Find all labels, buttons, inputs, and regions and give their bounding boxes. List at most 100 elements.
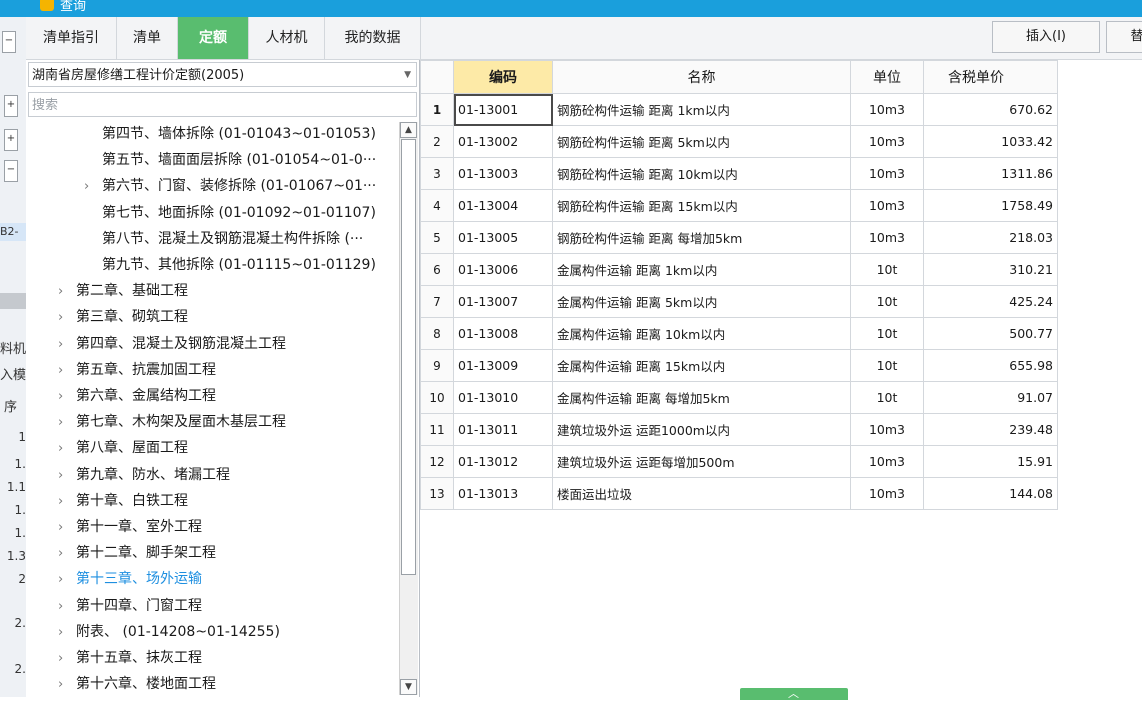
table-row[interactable]: 11 01-13011 建筑垃圾外运 运距1000m以内 10m3 239.48: [420, 413, 1058, 446]
column-header-name[interactable]: 名称: [552, 60, 851, 94]
name-cell[interactable]: 钢筋砼构件运输 距离 每增加5km: [552, 221, 851, 254]
tree-node[interactable]: › 附表、 (01-14208~01-14255): [58, 620, 280, 644]
row-number-cell[interactable]: 10: [420, 381, 454, 414]
table-row[interactable]: 12 01-13012 建筑垃圾外运 运距每增加500m 10m3 15.91: [420, 445, 1058, 478]
name-cell[interactable]: 钢筋砼构件运输 距离 10km以内: [552, 157, 851, 190]
code-cell[interactable]: 01-13008: [453, 317, 553, 350]
name-cell[interactable]: 钢筋砼构件运输 距离 5km以内: [552, 125, 851, 158]
price-cell[interactable]: 239.48: [923, 413, 1058, 446]
row-number-cell[interactable]: 8: [420, 317, 454, 350]
row-number-cell[interactable]: 6: [420, 253, 454, 286]
scroll-up-icon[interactable]: ▲: [400, 122, 417, 138]
unit-cell[interactable]: 10m3: [850, 221, 924, 254]
tree-node[interactable]: › 第四章、混凝土及钢筋混凝土工程: [58, 332, 286, 356]
tree-scrollbar[interactable]: ▲ ▼: [399, 122, 418, 695]
tab-list-guide[interactable]: 清单指引: [26, 17, 117, 59]
tree-node[interactable]: › 第二章、基础工程: [58, 279, 188, 303]
chevron-right-icon[interactable]: ›: [58, 673, 76, 697]
code-cell[interactable]: 01-13001: [453, 93, 553, 126]
table-row[interactable]: 8 01-13008 金属构件运输 距离 10km以内 10t 500.77: [420, 317, 1058, 350]
scroll-down-icon[interactable]: ▼: [400, 679, 417, 695]
row-number-cell[interactable]: 7: [420, 285, 454, 318]
tree-node[interactable]: › 第十二章、脚手架工程: [58, 541, 216, 565]
table-row[interactable]: 1 01-13001 钢筋砼构件运输 距离 1km以内 10m3 670.62: [420, 93, 1058, 126]
price-cell[interactable]: 670.62: [923, 93, 1058, 126]
row-number-cell[interactable]: 3: [420, 157, 454, 190]
tree-node[interactable]: › 第十章、白铁工程: [58, 489, 188, 513]
price-cell[interactable]: 1033.42: [923, 125, 1058, 158]
unit-cell[interactable]: 10m3: [850, 125, 924, 158]
price-cell[interactable]: 1311.86: [923, 157, 1058, 190]
code-cell[interactable]: 01-13006: [453, 253, 553, 286]
row-number-cell[interactable]: 2: [420, 125, 454, 158]
unit-cell[interactable]: 10m3: [850, 157, 924, 190]
name-cell[interactable]: 金属构件运输 距离 5km以内: [552, 285, 851, 318]
unit-cell[interactable]: 10t: [850, 253, 924, 286]
price-cell[interactable]: 655.98: [923, 349, 1058, 382]
tree-node[interactable]: › 第六节、门窗、装修拆除 (01-01067~01···: [84, 174, 376, 198]
code-cell[interactable]: 01-13003: [453, 157, 553, 190]
chevron-right-icon[interactable]: ›: [58, 568, 76, 592]
code-cell[interactable]: 01-13010: [453, 381, 553, 414]
row-number-cell[interactable]: 12: [420, 445, 454, 478]
replace-button[interactable]: 替: [1106, 21, 1142, 53]
chevron-right-icon[interactable]: ›: [58, 595, 76, 619]
name-cell[interactable]: 金属构件运输 距离 10km以内: [552, 317, 851, 350]
unit-cell[interactable]: 10t: [850, 317, 924, 350]
code-cell[interactable]: 01-13005: [453, 221, 553, 254]
price-cell[interactable]: 91.07: [923, 381, 1058, 414]
tree-node[interactable]: › 第十六章、楼地面工程: [58, 672, 216, 696]
row-number-cell[interactable]: 5: [420, 221, 454, 254]
name-cell[interactable]: 钢筋砼构件运输 距离 15km以内: [552, 189, 851, 222]
tree-node[interactable]: › 第五章、抗震加固工程: [58, 358, 216, 382]
price-cell[interactable]: 310.21: [923, 253, 1058, 286]
tab-my-data[interactable]: 我的数据: [325, 17, 421, 59]
table-row[interactable]: 7 01-13007 金属构件运输 距离 5km以内 10t 425.24: [420, 285, 1058, 318]
tree-node[interactable]: 第四节、墙体拆除 (01-01043~01-01053): [84, 122, 376, 146]
chevron-right-icon[interactable]: ›: [58, 333, 76, 357]
unit-cell[interactable]: 10m3: [850, 413, 924, 446]
tree-node[interactable]: › 第三章、砌筑工程: [58, 305, 188, 329]
chevron-right-icon[interactable]: ›: [58, 306, 76, 330]
price-cell[interactable]: 425.24: [923, 285, 1058, 318]
tab-list[interactable]: 清单: [117, 17, 178, 59]
name-cell[interactable]: 金属构件运输 距离 1km以内: [552, 253, 851, 286]
table-row[interactable]: 10 01-13010 金属构件运输 距离 每增加5km 10t 91.07: [420, 381, 1058, 414]
row-number-cell[interactable]: 9: [420, 349, 454, 382]
library-select[interactable]: 湖南省房屋修缮工程计价定额(2005) ▼: [28, 62, 417, 87]
tree-node[interactable]: › 第十五章、抹灰工程: [58, 646, 202, 670]
table-row[interactable]: 13 01-13013 楼面运出垃圾 10m3 144.08: [420, 477, 1058, 510]
tree-node[interactable]: 第八节、混凝土及钢筋混凝土构件拆除 (···: [84, 227, 363, 251]
unit-cell[interactable]: 10t: [850, 285, 924, 318]
tree-node[interactable]: › 第十一章、室外工程: [58, 515, 202, 539]
table-row[interactable]: 6 01-13006 金属构件运输 距离 1km以内 10t 310.21: [420, 253, 1058, 286]
tree-node[interactable]: › 第七章、木构架及屋面木基层工程: [58, 410, 286, 434]
chevron-right-icon[interactable]: ›: [58, 516, 76, 540]
unit-cell[interactable]: 10m3: [850, 189, 924, 222]
column-header-code[interactable]: 编码: [453, 60, 553, 94]
chevron-right-icon[interactable]: ›: [58, 280, 76, 304]
chevron-right-icon[interactable]: ›: [58, 464, 76, 488]
column-header-unit[interactable]: 单位: [850, 60, 924, 94]
code-cell[interactable]: 01-13004: [453, 189, 553, 222]
row-number-cell[interactable]: 4: [420, 189, 454, 222]
code-cell[interactable]: 01-13011: [453, 413, 553, 446]
table-row[interactable]: 4 01-13004 钢筋砼构件运输 距离 15km以内 10m3 1758.49: [420, 189, 1058, 222]
code-cell[interactable]: 01-13002: [453, 125, 553, 158]
chevron-right-icon[interactable]: ›: [58, 437, 76, 461]
price-cell[interactable]: 1758.49: [923, 189, 1058, 222]
name-cell[interactable]: 钢筋砼构件运输 距离 1km以内: [552, 93, 851, 126]
chevron-right-icon[interactable]: ›: [58, 542, 76, 566]
chevron-right-icon[interactable]: ›: [58, 490, 76, 514]
table-row[interactable]: 9 01-13009 金属构件运输 距离 15km以内 10t 655.98: [420, 349, 1058, 382]
row-number-cell[interactable]: 1: [420, 93, 454, 126]
table-row[interactable]: 3 01-13003 钢筋砼构件运输 距离 10km以内 10m3 1311.86: [420, 157, 1058, 190]
name-cell[interactable]: 楼面运出垃圾: [552, 477, 851, 510]
name-cell[interactable]: 建筑垃圾外运 运距每增加500m: [552, 445, 851, 478]
scroll-thumb[interactable]: [401, 139, 416, 575]
insert-button[interactable]: 插入(I): [992, 21, 1100, 53]
price-cell[interactable]: 144.08: [923, 477, 1058, 510]
price-cell[interactable]: 218.03: [923, 221, 1058, 254]
tree-node[interactable]: › 第九章、防水、堵漏工程: [58, 463, 230, 487]
unit-cell[interactable]: 10t: [850, 349, 924, 382]
